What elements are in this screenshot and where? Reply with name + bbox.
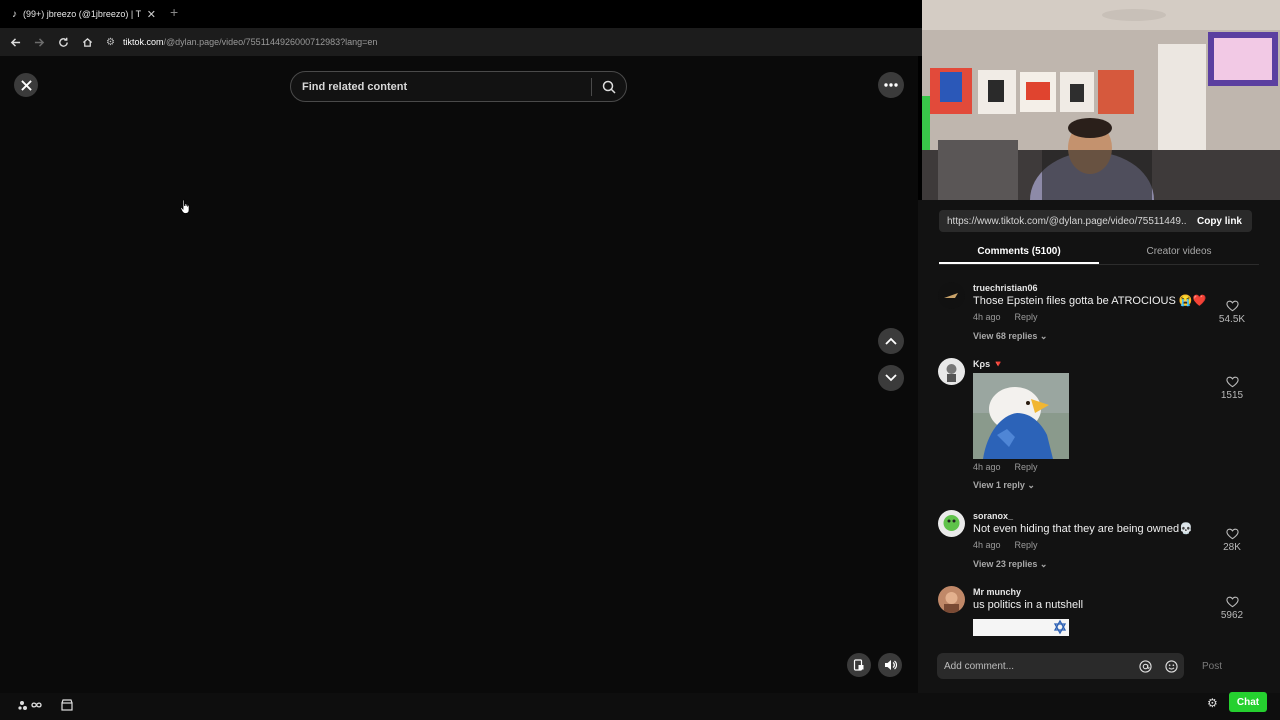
chevron-up-icon [885,337,897,345]
comment-item: Kρs 🔻 4h ago Reply View 1 reply ⌄ 1515 [938,358,1258,498]
heart-icon [1225,376,1239,388]
search-button[interactable] [592,80,626,94]
close-button[interactable] [14,73,38,97]
reply-button[interactable]: Reply [1015,462,1038,472]
like-count: 28K [1223,542,1241,553]
next-video-button[interactable] [878,365,904,391]
video-viewer: Find related content [0,56,918,693]
share-link-box: https://www.tiktok.com/@dylan.page/video… [939,210,1252,232]
mention-button[interactable] [1132,659,1158,673]
heart-icon [1225,300,1239,312]
volume-icon [884,660,897,670]
panel-tabs: Comments (5100) Creator videos [939,240,1259,265]
comment-image[interactable] [973,373,1069,459]
like-count: 5962 [1220,610,1244,621]
pip-icon [853,659,864,671]
comment-username[interactable]: Kρs 🔻 [973,358,1213,370]
new-tab-icon[interactable]: + [170,4,178,20]
share-link-text[interactable]: https://www.tiktok.com/@dylan.page/video… [939,216,1187,227]
browser-tab-title: (99+) jbreezo (@1jbreezo) | TikTok [23,9,141,19]
site-info-icon[interactable]: ⚙ [106,37,115,48]
tab-comments[interactable]: Comments (5100) [939,240,1099,264]
emoji-icon [1164,659,1178,673]
like-count: 1515 [1220,390,1244,401]
copy-link-button[interactable]: Copy link [1187,216,1252,227]
stream-bottom-bar [0,693,1280,720]
like-control[interactable]: 1515 [1214,376,1250,401]
extension-icon[interactable] [18,699,44,714]
comment-text: Those Epstein files gotta be ATROCIOUS 😭… [973,295,1207,307]
avatar[interactable] [938,510,965,537]
like-control[interactable]: 28K [1214,528,1250,553]
comment-time: 4h ago [973,312,1001,322]
tab-close-icon[interactable]: ✕ [147,8,156,21]
comment-time: 4h ago [973,462,1001,472]
volume-button[interactable] [878,653,902,677]
view-replies-button[interactable]: View 68 replies ⌄ [973,331,1213,342]
comment-username[interactable]: Mr munchy [973,586,1213,598]
reload-icon[interactable] [51,30,75,54]
comment-item: Mr munchy us politics in a nutshell 5962 [938,586,1258,637]
avatar[interactable] [938,282,965,309]
avatar[interactable] [938,358,965,385]
at-icon [1138,659,1152,673]
chevron-down-icon [885,374,897,382]
hand-cursor-icon [180,199,190,214]
previous-video-button[interactable] [878,328,904,354]
more-options-button[interactable] [878,72,904,98]
url-path: /@dylan.page/video/7551144926000712983?l… [163,37,378,47]
comment-composer: Add comment... Post [937,652,1280,680]
comment-text: Not even hiding that they are being owne… [973,523,1193,535]
emoji-button[interactable] [1158,659,1184,673]
view-replies-button[interactable]: View 23 replies ⌄ [973,559,1213,570]
avatar[interactable] [938,586,965,613]
comment-text: us politics in a nutshell [973,599,1084,611]
store-icon[interactable] [61,699,73,714]
search-input[interactable]: Find related content [291,81,591,93]
comment-item: truechristian06 Those Epstein files gott… [938,282,1258,352]
chat-button[interactable]: Chat [1229,692,1267,712]
more-icon [884,83,898,87]
like-control[interactable]: 5962 [1214,596,1250,621]
home-icon[interactable] [75,30,99,54]
tab-creator-videos[interactable]: Creator videos [1099,240,1259,264]
url-host: tiktok.com [122,37,164,47]
comment-username[interactable]: soranox_ [973,510,1213,522]
url-field[interactable]: ⚙ tiktok.com/@dylan.page/video/755114492… [106,32,916,52]
search-icon [602,80,616,94]
like-control[interactable]: 54.5K [1214,300,1250,325]
comment-input-placeholder: Add comment... [944,660,1015,672]
comment-input[interactable]: Add comment... [937,653,1184,679]
floating-player-button[interactable] [847,653,871,677]
search-bar[interactable]: Find related content [290,71,627,102]
browser-tab-bar: ♪ (99+) jbreezo (@1jbreezo) | TikTok ✕ + [0,0,922,28]
address-bar: ⚙ tiktok.com/@dylan.page/video/755114492… [0,28,922,56]
side-panel: https://www.tiktok.com/@dylan.page/video… [918,200,1280,693]
reply-button[interactable]: Reply [1015,312,1038,322]
heart-icon [1225,528,1239,540]
tiktok-favicon-icon: ♪ [12,8,17,20]
comment-image[interactable] [973,619,1069,636]
like-count: 54.5K [1218,314,1246,325]
close-icon [20,79,32,91]
post-button[interactable]: Post [1202,661,1222,672]
comment-time: 4h ago [973,540,1001,550]
view-replies-button[interactable]: View 1 reply ⌄ [973,480,1213,491]
back-icon[interactable] [3,30,27,54]
webcam-overlay [922,0,1280,200]
reply-button[interactable]: Reply [1015,540,1038,550]
browser-tab[interactable]: ♪ (99+) jbreezo (@1jbreezo) | TikTok ✕ [6,3,162,25]
heart-icon [1225,596,1239,608]
comments-list[interactable]: truechristian06 Those Epstein files gott… [918,274,1280,637]
gear-icon[interactable]: ⚙ [1207,696,1218,710]
forward-icon[interactable] [27,30,51,54]
comment-item: soranox_ Not even hiding that they are b… [938,510,1258,580]
comment-username[interactable]: truechristian06 [973,282,1213,294]
